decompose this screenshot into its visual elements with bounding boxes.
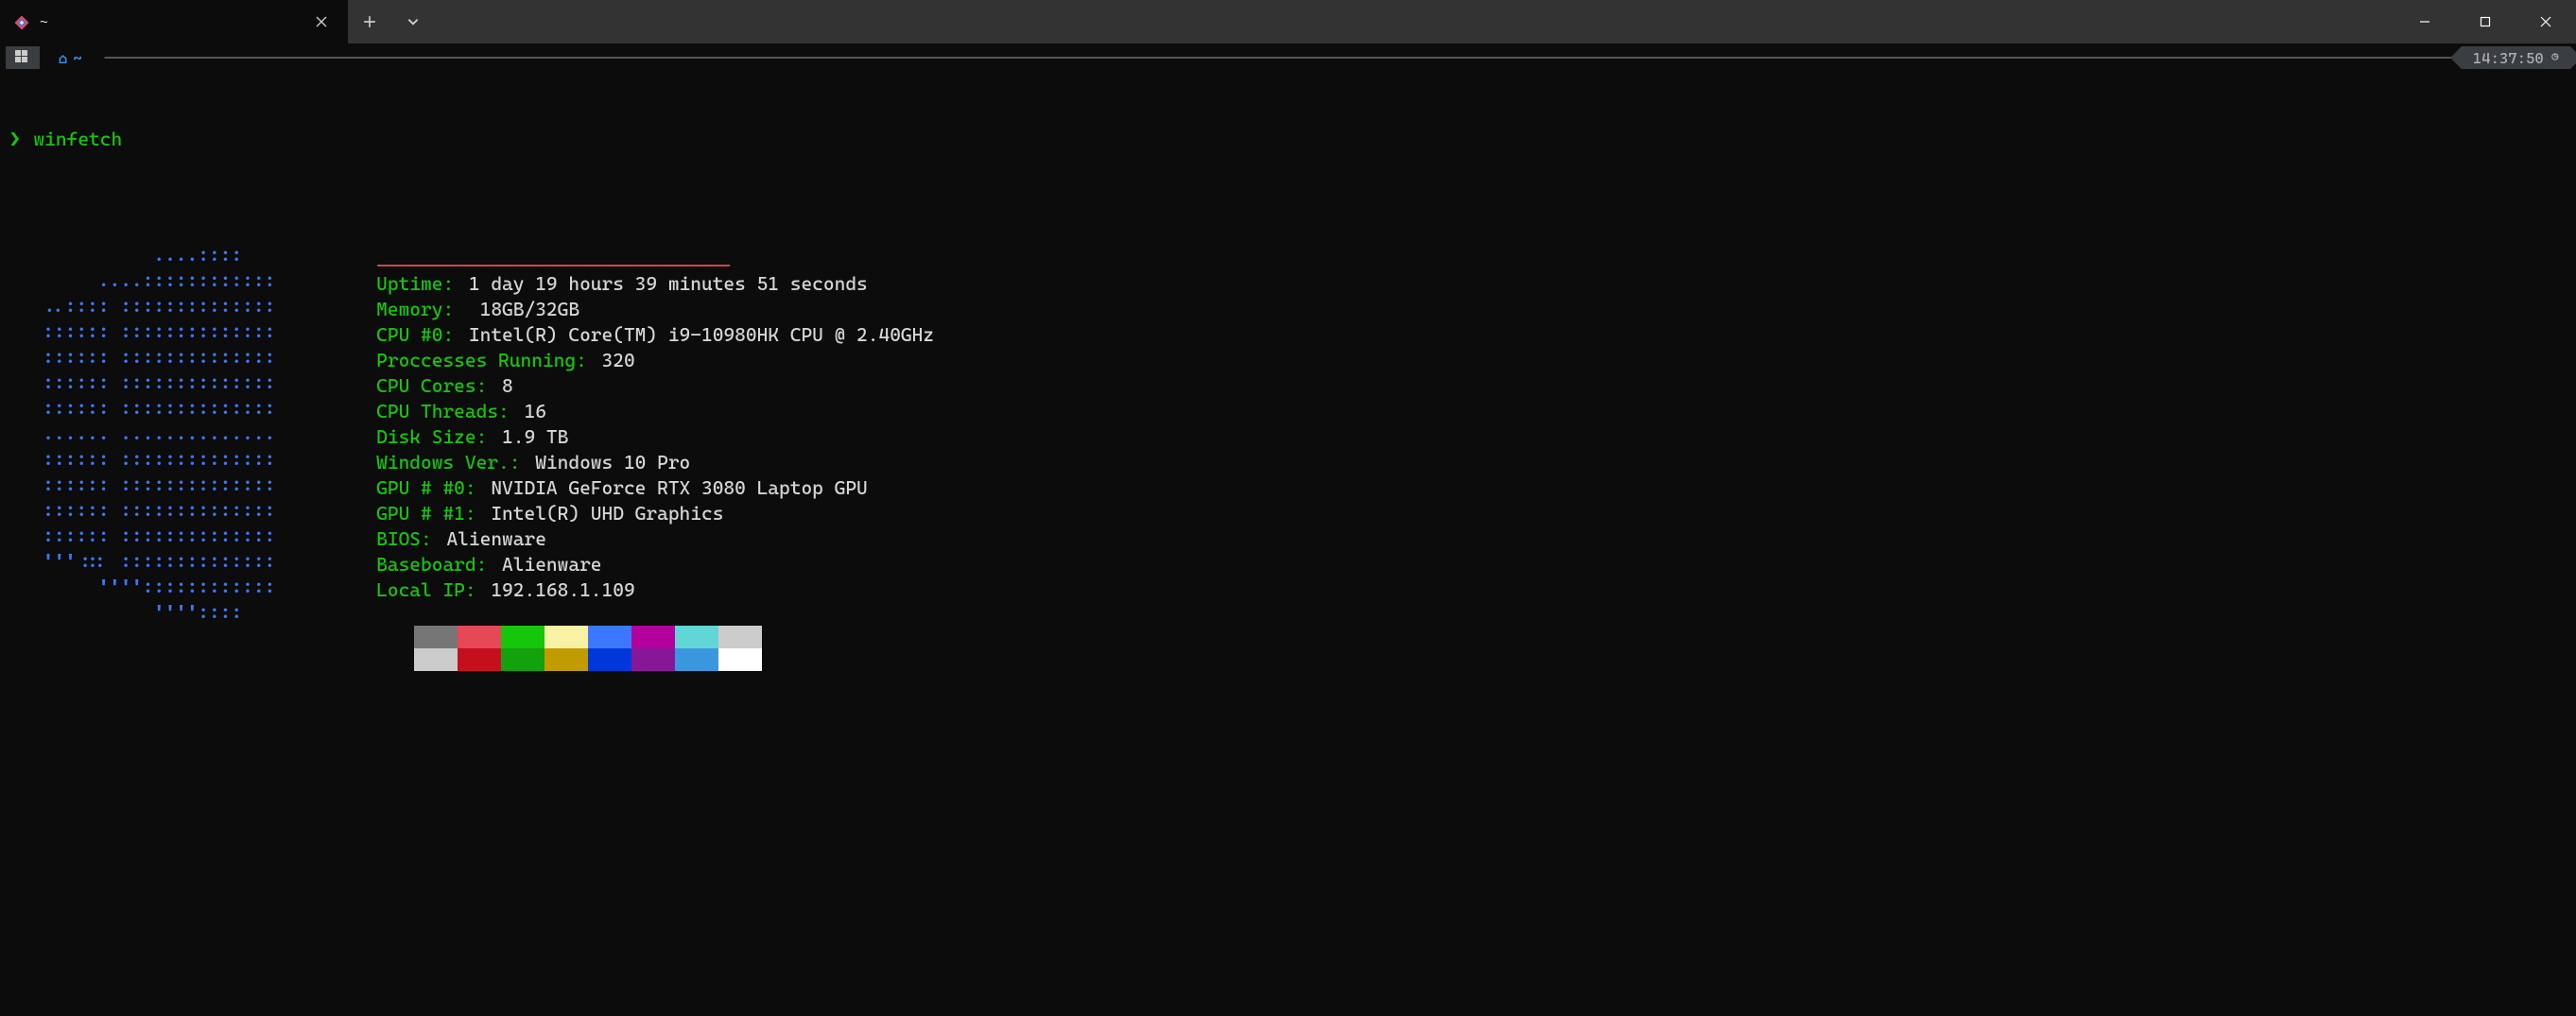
info-value: 192.168.1.109 [480, 578, 635, 601]
crumb-root [6, 46, 40, 69]
info-row: Uptime: 1 day 19 hours 39 minutes 51 sec… [376, 271, 934, 297]
info-row: CPU #0: Intel(R) Core(TM) i9-10980HK CPU… [376, 322, 934, 348]
tab-dropdown-button[interactable] [391, 0, 435, 43]
info-key: Baseboard: [376, 553, 487, 576]
titlebar: ~ [0, 0, 2576, 43]
info-value: Windows 10 Pro [524, 451, 690, 474]
palette-swatch [501, 626, 545, 648]
color-palette [414, 626, 934, 671]
info-key: CPU #0: [376, 323, 454, 346]
palette-swatch [675, 626, 718, 648]
clock-segment: 14:37:50 ◷ [2462, 46, 2570, 69]
crumb-path-text: ~ [73, 49, 81, 67]
close-window-button[interactable] [2515, 0, 2576, 43]
info-value: 16 [513, 400, 546, 422]
info-row: Proccesses Running: 320 [376, 348, 934, 373]
info-key: Local IP: [376, 578, 475, 601]
titlebar-drag-region[interactable] [435, 0, 2394, 43]
palette-swatch [588, 626, 631, 648]
info-row: GPU # #0: NVIDIA GeForce RTX 3080 Laptop… [376, 475, 934, 501]
minimize-button[interactable] [2394, 0, 2455, 43]
info-key: GPU # #0: [376, 476, 475, 499]
palette-swatch [545, 648, 588, 671]
palette-swatch [718, 626, 762, 648]
clock-time: 14:37:50 [2473, 49, 2544, 67]
tab-app-icon [13, 13, 30, 30]
info-value: Intel(R) UHD Graphics [480, 502, 724, 525]
info-key: Uptime: [376, 272, 454, 295]
crumb-path: ⌂ ~ [40, 46, 94, 69]
info-row: CPU Cores: 8 [376, 373, 934, 399]
palette-swatch [631, 648, 675, 671]
maximize-button[interactable] [2455, 0, 2515, 43]
info-value: 1 day 19 hours 39 minutes 51 seconds [458, 272, 868, 295]
windows-icon [15, 49, 28, 67]
home-icon: ⌂ [59, 49, 67, 67]
status-line-rule [103, 57, 2452, 59]
palette-swatch [414, 648, 458, 671]
info-key: Disk Size: [376, 425, 487, 448]
system-info: ________________________________ Uptime:… [376, 242, 934, 671]
info-value: Alienware [491, 553, 601, 576]
window-controls [2394, 0, 2576, 43]
info-value: Intel(R) Core(TM) i9-10980HK CPU @ 2.40G… [458, 323, 934, 346]
info-key: Memory: [376, 298, 454, 320]
prompt-line: ❯ winfetch [9, 127, 2567, 152]
palette-swatch [458, 626, 501, 648]
clock-icon: ◷ [2551, 50, 2559, 65]
info-row: Disk Size: 1.9 TB [376, 424, 934, 450]
info-row: Local IP: 192.168.1.109 [376, 577, 934, 603]
info-row: Memory: 18GB/32GB [376, 297, 934, 322]
info-value: NVIDIA GeForce RTX 3080 Laptop GPU [480, 476, 868, 499]
tab-home[interactable]: ~ [0, 0, 348, 43]
terminal-body[interactable]: ❯ winfetch ....:::: ....:::::::::::: ..:… [0, 72, 2576, 1016]
info-key: GPU # #1: [376, 502, 475, 525]
palette-swatch [501, 648, 545, 671]
palette-swatch [545, 626, 588, 648]
tab-title: ~ [40, 14, 299, 30]
info-row: GPU # #1: Intel(R) UHD Graphics [376, 501, 934, 526]
info-row: BIOS: Alienware [376, 526, 934, 552]
terminal-window: ~ [0, 0, 2576, 1016]
winfetch-output: ....:::: ....:::::::::::: ..:::: :::::::… [9, 242, 2567, 671]
info-value: Alienware [436, 527, 546, 550]
palette-swatch [675, 648, 718, 671]
palette-swatch [718, 648, 762, 671]
info-value: 1.9 TB [491, 425, 568, 448]
info-row: CPU Threads: 16 [376, 399, 934, 424]
info-key: CPU Cores: [376, 374, 487, 397]
new-tab-button[interactable] [348, 0, 391, 43]
info-key: Proccesses Running: [376, 349, 587, 371]
tab-close-button[interactable] [308, 9, 335, 35]
info-value: 18GB/32GB [458, 298, 579, 320]
palette-swatch [588, 648, 631, 671]
info-value: 320 [591, 349, 635, 371]
prompt-symbol: ❯ [9, 128, 21, 150]
info-row: Baseboard: Alienware [376, 552, 934, 577]
info-row: Windows Ver.: Windows 10 Pro [376, 450, 934, 475]
info-key: CPU Threads: [376, 400, 510, 422]
status-line: ⌂ ~ 14:37:50 ◷ [0, 43, 2576, 72]
ascii-logo: ....:::: ....:::::::::::: ..:::: :::::::… [9, 242, 320, 625]
info-key: BIOS: [376, 527, 432, 550]
palette-swatch [631, 626, 675, 648]
prompt-command: winfetch [33, 128, 122, 150]
info-key: Windows Ver.: [376, 451, 520, 474]
info-value: 8 [491, 374, 512, 397]
palette-swatch [414, 626, 458, 648]
palette-swatch [458, 648, 501, 671]
info-divider: ________________________________ [376, 246, 934, 271]
